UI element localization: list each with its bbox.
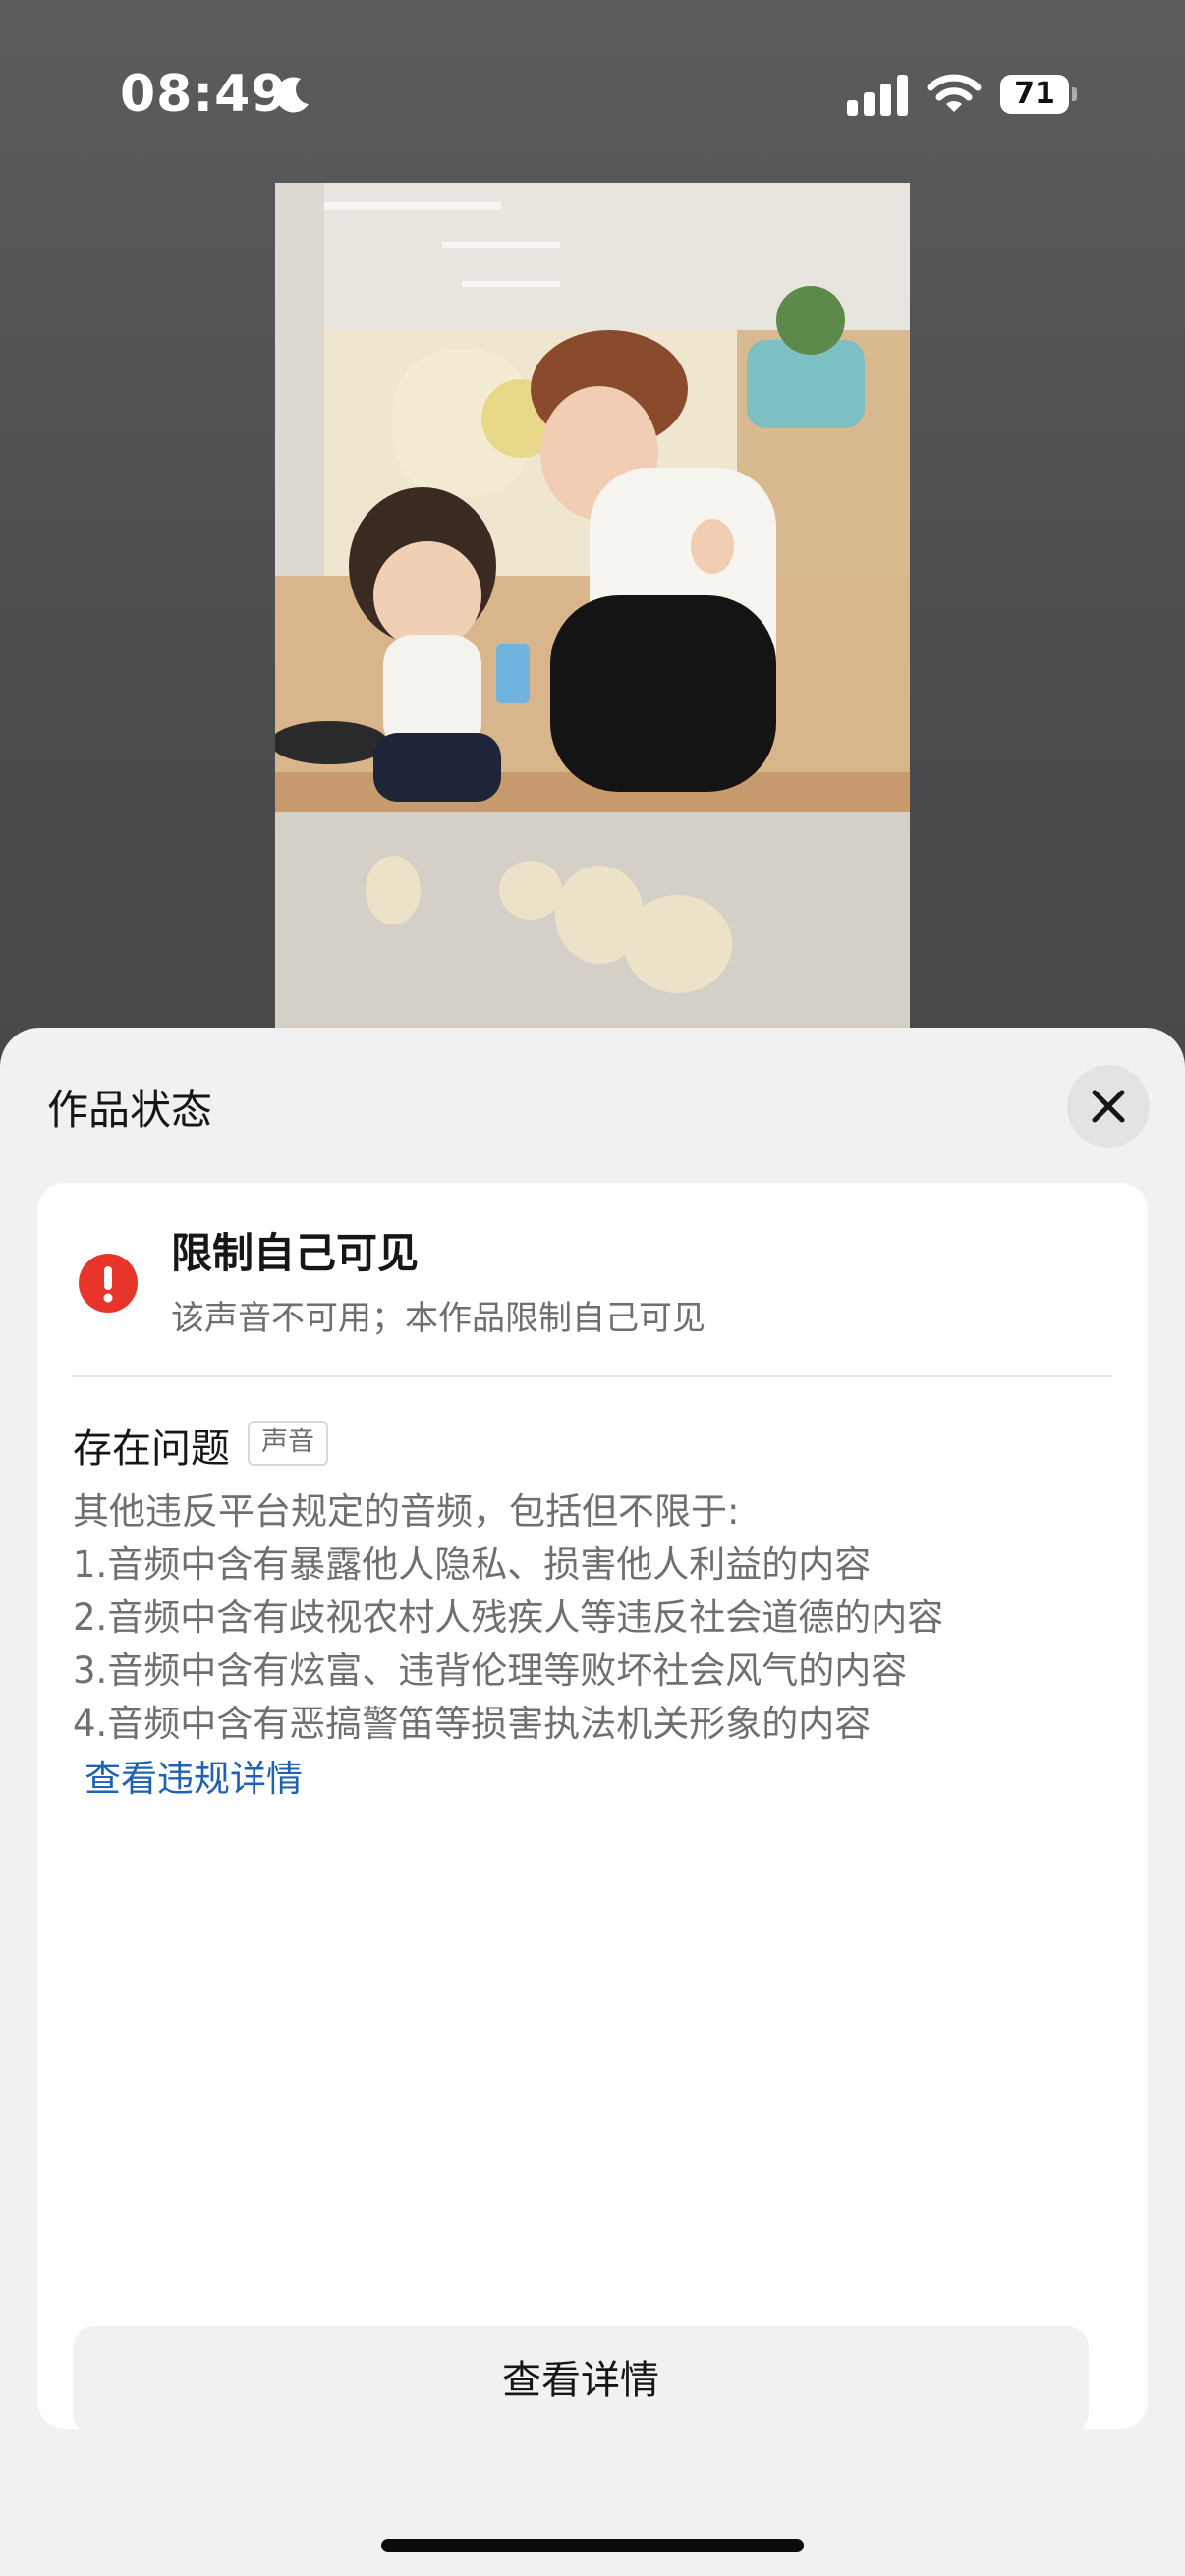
battery-icon: 71 [1000,75,1079,114]
signal-icon [847,75,908,116]
divider [73,1375,1112,1377]
issue-tag: 声音 [248,1421,328,1466]
status-card: 限制自己可见 该声音不可用；本作品限制自己可见 存在问题 声音 其他违反平台规定… [37,1183,1148,2435]
close-icon [1092,1090,1125,1123]
close-button[interactable] [1067,1065,1150,1148]
view-details-button[interactable]: 查看详情 [73,2326,1089,2435]
issue-line: 3.音频中含有炫富、违背伦理等败坏社会风气的内容 [73,1650,908,1692]
battery-cap [1072,87,1077,101]
battery-level: 71 [1000,75,1069,114]
moon-icon [275,77,309,113]
issue-label: 存在问题 [73,1427,230,1472]
view-violation-details-link[interactable]: 查看违规详情 [85,1749,303,1802]
issue-line: 1.音频中含有暴露他人隐私、损害他人利益的内容 [73,1543,872,1586]
issue-line: 其他违反平台规定的音频，包括但不限于: [73,1490,740,1533]
content-photo[interactable] [275,183,910,1028]
wifi-icon [927,74,982,112]
home-indicator[interactable] [381,2539,804,2552]
issue-description: 其他违反平台规定的音频，包括但不限于: 1.音频中含有暴露他人隐私、损害他人利益… [73,1485,1124,1751]
work-status-sheet: 作品状态 限制自己可见 该声音不可用；本作品限制自己可见 存在问题 声音 其他违… [0,1028,1185,2576]
issue-line: 4.音频中含有恶搞警笛等损害执法机关形象的内容 [73,1703,872,1745]
alert-icon [79,1254,138,1313]
issue-line: 2.音频中含有歧视农村人残疾人等违反社会道德的内容 [73,1596,944,1639]
status-title: 限制自己可见 [171,1229,420,1277]
sheet-title: 作品状态 [47,1086,213,1134]
photo-illustration [275,183,910,1028]
status-description: 该声音不可用；本作品限制自己可见 [171,1299,705,1338]
status-bar: 08:49 71 [0,0,1185,187]
status-time: 08:49 [120,65,288,124]
